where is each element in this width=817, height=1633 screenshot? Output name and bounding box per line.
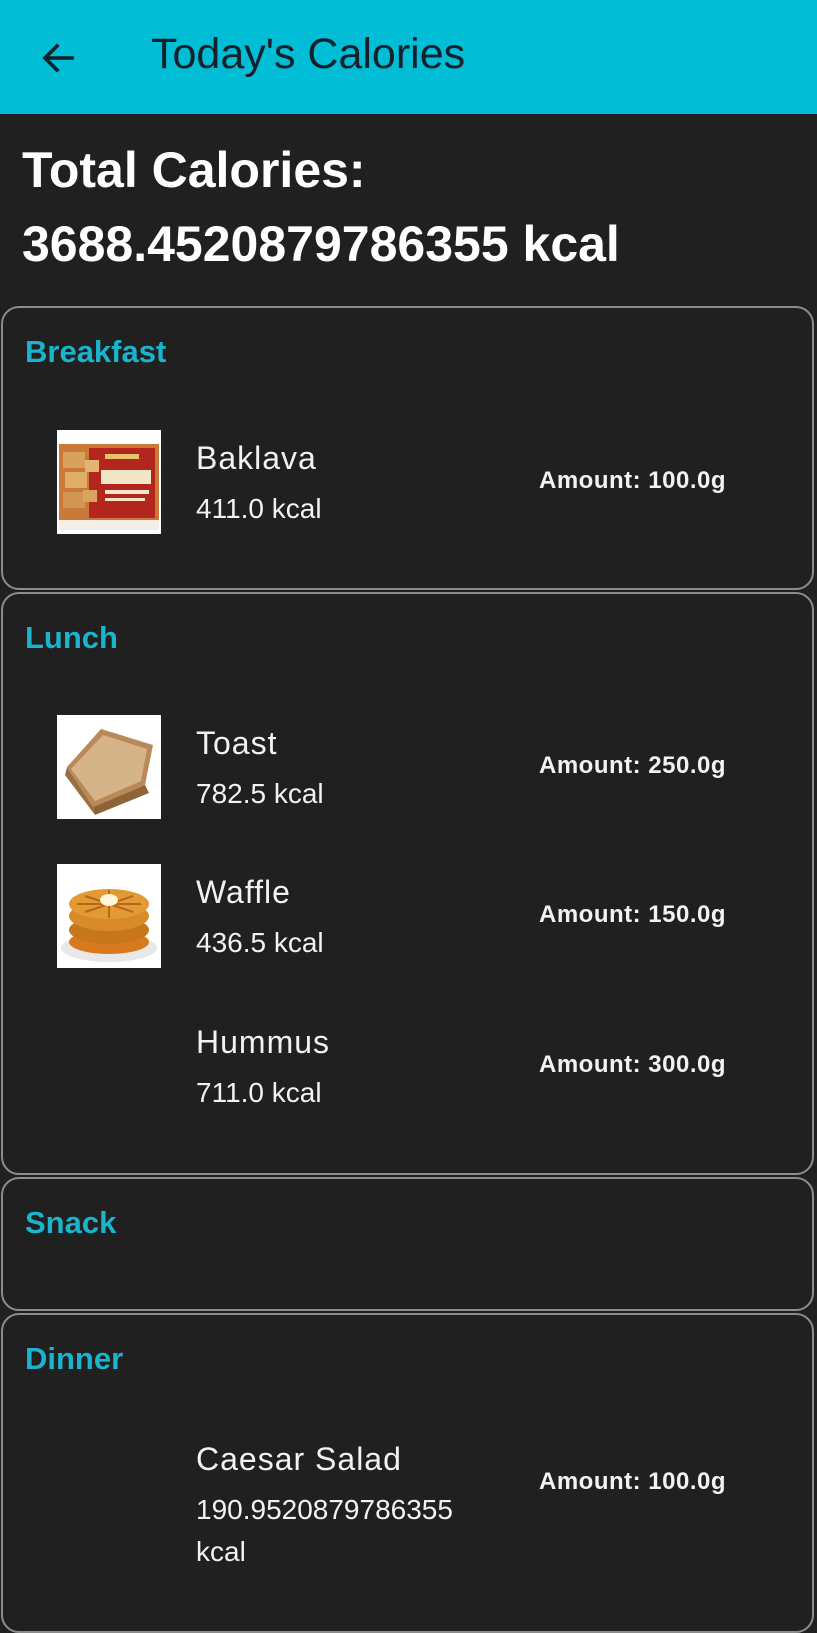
meal-card-dinner: Dinner Caesar Salad 190.9520879786355 kc… bbox=[1, 1313, 814, 1633]
page-title: Today's Calories bbox=[151, 30, 466, 78]
meal-title: Snack bbox=[25, 1205, 117, 1240]
food-item[interactable]: Hummus 711.0 kcal Amount: 300.0g bbox=[3, 1004, 812, 1124]
food-name: Baklava bbox=[196, 440, 317, 476]
back-button[interactable] bbox=[28, 28, 88, 88]
food-name: Toast bbox=[196, 725, 278, 761]
food-amount: Amount: 150.0g bbox=[539, 901, 727, 928]
arrow-left-icon bbox=[42, 43, 74, 73]
toast-image bbox=[57, 715, 161, 819]
food-amount: Amount: 100.0g bbox=[539, 1468, 727, 1495]
food-name: Hummus bbox=[196, 1024, 331, 1060]
meal-title: Lunch bbox=[25, 620, 118, 655]
food-kcal: 190.9520879786355 kcal bbox=[196, 1494, 453, 1567]
food-kcal: 436.5 kcal bbox=[196, 927, 324, 958]
food-item[interactable]: Waffle 436.5 kcal Amount: 150.0g bbox=[3, 854, 812, 974]
food-amount: Amount: 100.0g bbox=[539, 467, 727, 494]
meal-title: Dinner bbox=[25, 1341, 124, 1376]
food-amount: Amount: 300.0g bbox=[539, 1051, 727, 1078]
meal-card-lunch: Lunch Toast 782.5 kcal Amount: 250.0g Wa… bbox=[1, 592, 814, 1175]
food-kcal: 782.5 kcal bbox=[196, 778, 324, 809]
meal-title: Breakfast bbox=[25, 334, 167, 369]
food-name: Waffle bbox=[196, 874, 291, 910]
food-kcal: 411.0 kcal bbox=[196, 493, 322, 524]
meal-card-snack: Snack bbox=[1, 1177, 814, 1311]
food-item[interactable]: Caesar Salad 190.9520879786355 kcal Amou… bbox=[3, 1421, 812, 1571]
app-bar: Today's Calories bbox=[0, 0, 817, 114]
baklava-image bbox=[57, 430, 161, 534]
food-name: Caesar Salad bbox=[196, 1441, 402, 1477]
waffle-image bbox=[57, 864, 161, 968]
total-calories: Total Calories: 3688.4520879786355 kcal bbox=[22, 142, 620, 272]
food-amount: Amount: 250.0g bbox=[539, 752, 727, 779]
food-item[interactable]: Toast 782.5 kcal Amount: 250.0g bbox=[3, 705, 812, 825]
food-item[interactable]: Baklava 411.0 kcal Amount: 100.0g bbox=[3, 420, 812, 540]
food-kcal: 711.0 kcal bbox=[196, 1077, 322, 1108]
meal-card-breakfast: Breakfast Baklava 411.0 kcal Amount: 100… bbox=[1, 306, 814, 590]
